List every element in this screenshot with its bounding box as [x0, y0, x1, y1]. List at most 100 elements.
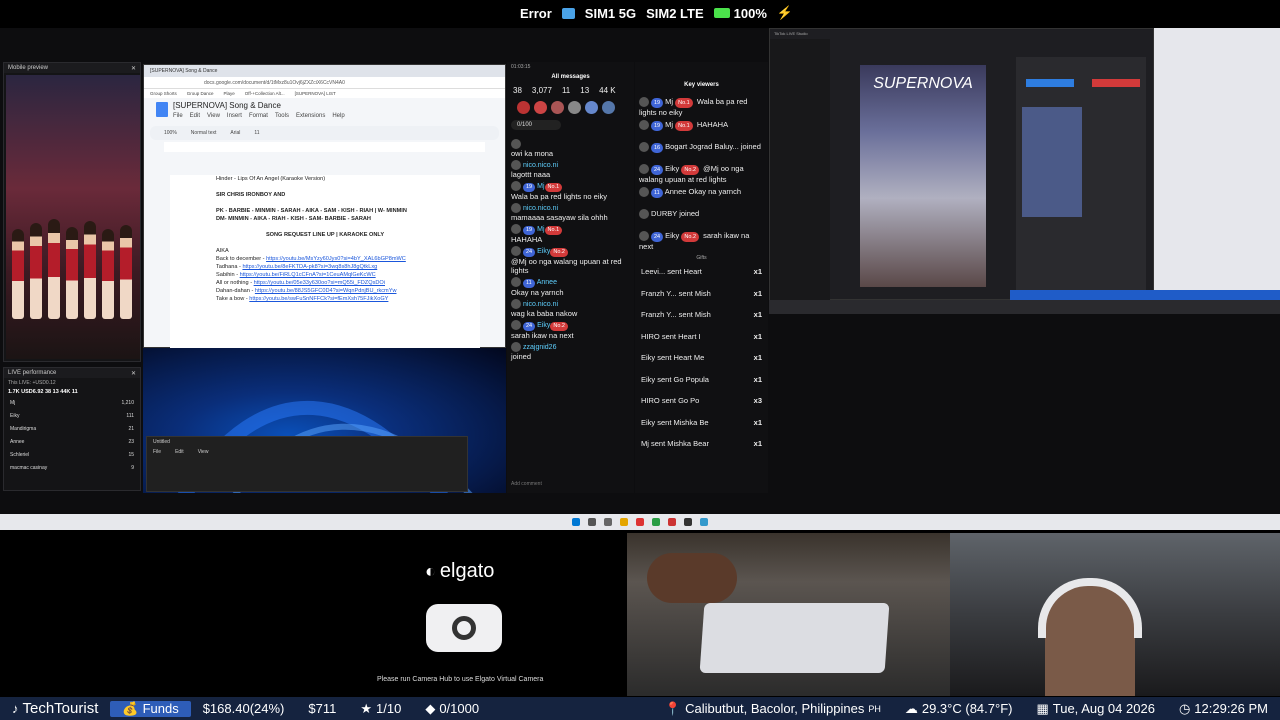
dancer-figure	[66, 227, 78, 319]
chat-username[interactable]: nico.nico.ni	[523, 301, 558, 308]
chat-username[interactable]: nico.nico.ni	[523, 205, 558, 212]
chat-message: nico.nico.ni mamaaaa sasayaw sila ohhh	[507, 202, 634, 223]
chat-username[interactable]: Eiky	[537, 248, 550, 255]
comment-input[interactable]: Add comment	[511, 481, 542, 487]
bookmark-item[interactable]: [SUPERNOVA] LIST	[295, 91, 336, 96]
viewer-username[interactable]: DURBY	[651, 209, 679, 218]
viewer-name: Mj	[10, 399, 16, 406]
chat-username[interactable]: Mj	[537, 226, 544, 233]
toolbar-item[interactable]: Normal text	[191, 130, 217, 136]
folder-icon[interactable]	[620, 518, 628, 526]
app-icon[interactable]	[700, 518, 708, 526]
viewer-name: Eiky	[10, 412, 20, 419]
search-icon[interactable]	[588, 518, 596, 526]
menu-item[interactable]: Tools	[275, 113, 289, 119]
toolbar-item[interactable]: Arial	[230, 130, 240, 136]
toolbar-item[interactable]: 11	[254, 130, 259, 136]
app-icon[interactable]	[668, 518, 676, 526]
viewer-row: macmac casinay 9	[4, 461, 140, 474]
menu-item[interactable]: Extensions	[296, 113, 325, 119]
menu-item[interactable]: Edit	[175, 449, 184, 455]
menu-item[interactable]: File	[173, 113, 183, 119]
chat-username[interactable]: Eiky	[537, 322, 550, 329]
doc-line: PK - BARBIE - MINMIN - SARAH - AIKA - SA…	[216, 208, 407, 214]
stream-time: 01:03:15	[511, 64, 531, 70]
chat-message: nico.nico.ni wag ka baba nakow	[507, 298, 634, 319]
doc-title[interactable]: [SUPERNOVA] Song & Dance	[173, 101, 281, 110]
start-icon[interactable]	[572, 518, 580, 526]
camera-lens	[452, 616, 476, 640]
notepad-menu: File Edit View	[147, 447, 467, 457]
viewer-username[interactable]: Annee	[665, 187, 689, 196]
bookmark-item[interactable]: Playe	[224, 91, 235, 96]
menu-item[interactable]: Edit	[190, 113, 200, 119]
gift-icon	[551, 101, 564, 114]
avatar	[639, 142, 649, 153]
menu-item[interactable]: Format	[249, 113, 268, 119]
menu-item[interactable]: View	[207, 113, 220, 119]
chat-username[interactable]: Mj	[537, 183, 544, 190]
menu-item[interactable]: View	[198, 449, 209, 455]
song-link[interactable]: https://youtu.be/swFuSnNFFCk?si=fEmXsh75…	[249, 296, 388, 302]
chat-stat: 38	[513, 86, 522, 95]
viewer-row: Schleriel 15	[4, 448, 140, 461]
gift-count: x3	[753, 396, 762, 406]
menu-item[interactable]: Help	[332, 113, 344, 119]
close-icon[interactable]: ✕	[131, 370, 136, 377]
toolbar-item[interactable]: 100%	[164, 130, 177, 136]
task-view-icon[interactable]	[604, 518, 612, 526]
browser-tab[interactable]: [SUPERNOVA] Song & Dance	[150, 68, 217, 74]
app-icon[interactable]	[684, 518, 692, 526]
avatar	[511, 277, 521, 288]
level-badge: 24	[523, 322, 536, 332]
level-badge: 24	[523, 248, 536, 258]
blue-button[interactable]	[1026, 79, 1074, 87]
app-icon[interactable]	[652, 518, 660, 526]
doc-page[interactable]: Hinder - Lips Of An Angel (Karaoke Versi…	[170, 175, 480, 351]
level-badge: 16	[651, 143, 664, 153]
song-link[interactable]: https://youtu.be/05e33y630oo?si=mQ55i_FD…	[254, 280, 385, 286]
viewer-username[interactable]: Eiky	[665, 231, 681, 240]
gift-row: HIRO sent Heart I x1	[635, 326, 768, 348]
bookmark-item[interactable]: Off-+Collection Alt...	[245, 91, 285, 96]
menu-item[interactable]: File	[153, 449, 161, 455]
chat-messages: owi ka mona nico.nico.ni lagottt naaa 19 Mj N…	[507, 138, 634, 362]
viewer-username[interactable]: Eiky	[665, 164, 681, 173]
bookmark-item[interactable]: Group Shorts	[150, 91, 177, 96]
phone-stream-preview	[6, 75, 140, 359]
docs-icon[interactable]	[156, 102, 168, 117]
address-bar[interactable]: docs.google.com/document/d/1tMxz8u1Ovj6j…	[144, 77, 505, 89]
viewer-username[interactable]: Mj	[665, 120, 675, 129]
gift-row: Eiky sent Go Popula x1	[635, 369, 768, 391]
song-link[interactable]: https://youtu.be/FiRLQ1cCFnA?si=1CeuAMql…	[240, 272, 376, 278]
funds-label: Funds	[142, 701, 179, 716]
menu-item[interactable]: Insert	[227, 113, 242, 119]
mobile-preview-window: Mobile preview ✕	[3, 62, 141, 362]
viewer-text: Okay na yarnch	[688, 187, 742, 196]
viewer-name: Mandirigma	[10, 425, 37, 432]
avatar	[639, 164, 649, 175]
viewer-username[interactable]: Bogart Jograd Baluy...	[665, 142, 741, 151]
red-button[interactable]	[1092, 79, 1140, 87]
camera-icon	[426, 604, 502, 652]
song-link[interactable]: https://youtu.be/MsYzy60Jys0?si=4bY_XAL6…	[266, 256, 406, 262]
browser-icon[interactable]	[636, 518, 644, 526]
avatar	[511, 203, 521, 214]
bookmark-item[interactable]: Group Dance	[187, 91, 214, 96]
chat-username[interactable]: Annee	[537, 279, 557, 286]
viewer-score: 1,210	[121, 399, 134, 406]
doc-line: SONG REQUEST LINE UP | KARAOKE ONLY	[265, 232, 385, 238]
song-link[interactable]: https://youtu.be/8eFKTDA-pk8?si=3wq8s8hJ…	[242, 264, 377, 270]
chat-message: 11 Annee Okay na yarnch	[507, 276, 634, 298]
dancer-figure	[84, 221, 96, 319]
doc-line: AIKA	[216, 248, 229, 254]
key-viewers-panel: Key viewers 19 Mj No.1 Wala ba pa red lig…	[635, 62, 768, 493]
viewer-username[interactable]: Mj	[665, 97, 675, 106]
chat-stats: 38 3,077 11 13 44 K	[507, 80, 634, 95]
chat-username[interactable]: zzajgnid26	[523, 344, 556, 351]
chat-panel: 01:03:15 All messages 38 3,077 11 13 44 K 0/…	[507, 62, 634, 493]
chat-username[interactable]: nico.nico.ni	[523, 162, 558, 169]
close-icon[interactable]: ✕	[131, 65, 136, 72]
amount: $711	[308, 701, 337, 716]
song-link[interactable]: https://youtu.be/88JS5GFC0D4?si=WqnPdnjB…	[255, 288, 397, 294]
